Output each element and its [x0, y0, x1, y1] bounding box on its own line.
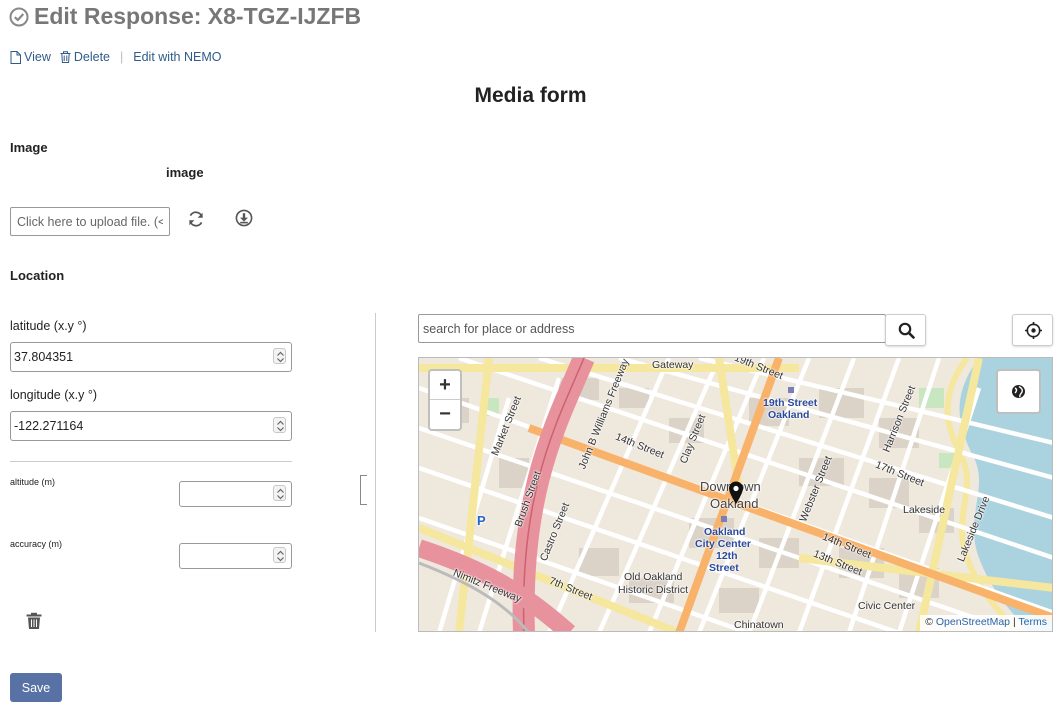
latitude-spinner[interactable] — [273, 348, 286, 364]
openstreetmap-link[interactable]: OpenStreetMap — [936, 616, 1010, 628]
globe-icon — [1012, 385, 1025, 398]
zoom-in-button[interactable]: + — [430, 371, 460, 400]
crosshair-icon — [1025, 322, 1042, 339]
save-button[interactable]: Save — [10, 673, 62, 702]
edit-with-nemo-link[interactable]: Edit with NEMO — [133, 50, 221, 64]
delete-link[interactable]: Delete — [60, 50, 110, 64]
location-panel-divider — [375, 313, 376, 632]
latitude-label: latitude (x.y °) — [10, 319, 87, 333]
file-upload-input[interactable] — [10, 207, 170, 236]
check-circle-icon — [9, 7, 29, 27]
map-layers-button[interactable] — [996, 369, 1041, 414]
map-label-lakeside: Lakeside — [903, 504, 946, 516]
longitude-label: longitude (x.y °) — [10, 388, 97, 402]
spinner-arrows-icon — [277, 420, 284, 432]
image-question-label: Image — [10, 140, 48, 155]
locate-me-button[interactable] — [1012, 314, 1053, 346]
location-question-label: Location — [10, 268, 65, 283]
map-label-civic-center: Civic Center — [858, 600, 916, 612]
altitude-spinner[interactable] — [273, 485, 286, 501]
file-icon — [10, 50, 21, 64]
latitude-field-wrapper — [10, 342, 292, 372]
spinner-arrows-icon — [277, 550, 284, 562]
map-label-city-center-3: 12th — [716, 550, 738, 562]
trash-icon — [60, 51, 71, 63]
image-sub-label: image — [166, 165, 204, 180]
map-view[interactable]: Downtown Oakland 19th Street Oakland Oak… — [418, 357, 1053, 632]
panel-resize-handle[interactable] — [360, 475, 367, 505]
map-label-old-oakland: Old Oakland — [624, 571, 683, 583]
altitude-label: altitude (m) — [10, 477, 56, 487]
accuracy-label: accuracy (m) — [10, 539, 63, 549]
search-icon — [898, 322, 915, 339]
terms-link[interactable]: Terms — [1018, 616, 1047, 628]
refresh-icon[interactable] — [186, 209, 206, 229]
accuracy-spinner[interactable] — [273, 547, 286, 563]
map-label-parking: P — [477, 513, 486, 528]
map-label-19th-street: 19th Street — [763, 397, 818, 409]
map-label-city-center-2: City Center — [695, 538, 752, 550]
spinner-arrows-icon — [277, 351, 284, 363]
trash-icon[interactable] — [25, 612, 43, 630]
longitude-spinner[interactable] — [273, 417, 286, 433]
view-link[interactable]: View — [10, 50, 51, 64]
map-search-button[interactable] — [885, 314, 926, 346]
longitude-input[interactable] — [11, 412, 291, 440]
altitude-field-wrapper — [179, 481, 292, 507]
location-marker-icon[interactable] — [728, 481, 744, 505]
attribution-copyright: © — [925, 616, 933, 628]
action-separator: | — [120, 50, 124, 64]
zoom-out-button[interactable]: − — [430, 400, 460, 429]
view-link-label: View — [24, 50, 51, 64]
map-attribution: © OpenStreetMap | Terms — [920, 615, 1052, 631]
map-label-city-center-4: Street — [709, 562, 739, 574]
map-zoom-control: + − — [428, 369, 462, 431]
map-label-historic-district: Historic District — [618, 584, 688, 596]
map-label-chinatown: Chinatown — [734, 619, 784, 631]
attribution-separator: | — [1012, 616, 1016, 628]
download-circle-icon[interactable] — [235, 209, 253, 227]
map-label-city-center-1: Oakland — [704, 526, 746, 538]
page-title: Edit Response: X8-TGZ-IJZFB — [34, 3, 362, 29]
longitude-field-wrapper — [10, 411, 292, 441]
form-title: Media form — [474, 84, 587, 107]
map-label-gateway: Gateway — [652, 359, 694, 371]
map-label-19th-street-oakland: Oakland — [768, 409, 810, 421]
location-divider — [10, 461, 292, 462]
map-search-input[interactable] — [418, 314, 886, 343]
spinner-arrows-icon — [277, 488, 284, 500]
action-bar: View Delete | Edit with NEMO — [10, 49, 221, 65]
latitude-input[interactable] — [11, 343, 291, 371]
delete-link-label: Delete — [73, 50, 111, 64]
accuracy-field-wrapper — [179, 543, 292, 569]
